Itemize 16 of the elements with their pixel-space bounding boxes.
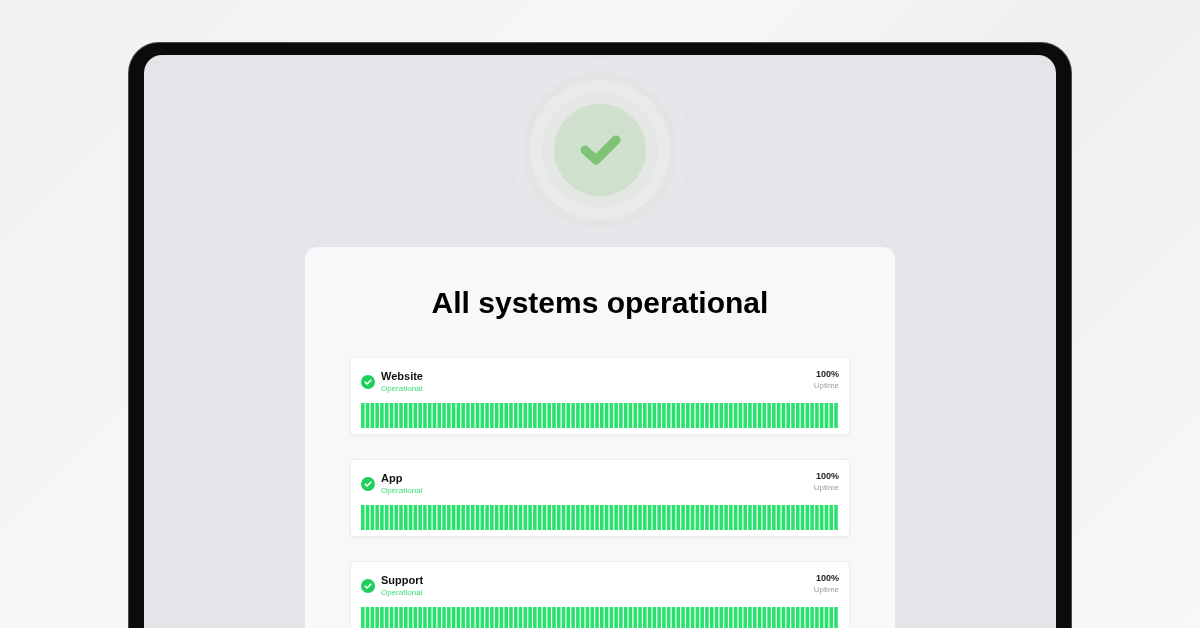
uptime-value: 100% (815, 470, 839, 482)
service-name: Support (381, 574, 424, 587)
uptime-label: Uptime (813, 482, 839, 493)
service-status: Operational (381, 383, 423, 394)
check-circle-icon (361, 477, 375, 491)
check-circle-icon (361, 375, 375, 389)
service-name: Website (381, 370, 423, 383)
headline: All systems operational (431, 285, 769, 321)
uptime-label: Uptime (813, 380, 839, 391)
service-name: App (381, 472, 404, 485)
uptime-value: 100% (815, 368, 839, 380)
service-status: Operational (381, 587, 424, 598)
check-circle-icon (361, 579, 375, 593)
uptime-label: Uptime (813, 584, 839, 595)
uptime-value: 100% (815, 572, 839, 584)
service-status: Operational (381, 485, 423, 496)
